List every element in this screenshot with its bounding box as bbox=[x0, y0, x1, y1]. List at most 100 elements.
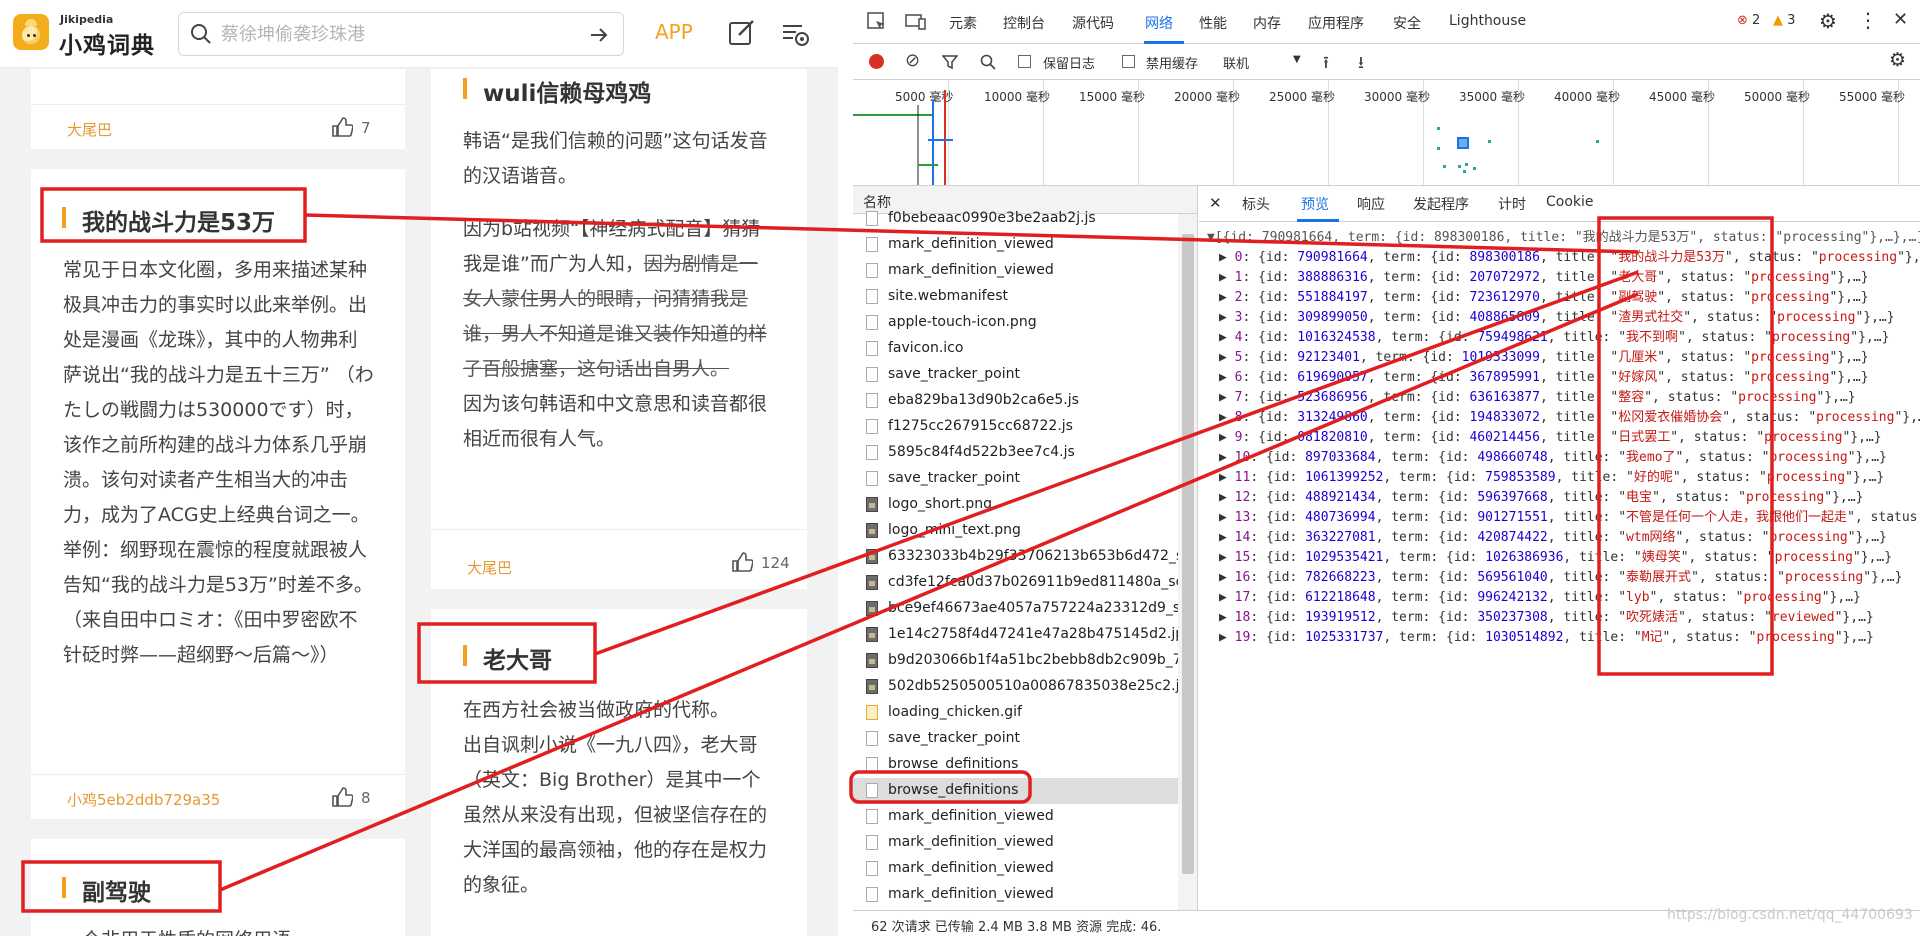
json-array-item[interactable]: ▶ 4: {id: 1016324538, term: {id: 7594986… bbox=[1219, 328, 1889, 348]
filter-icon[interactable] bbox=[942, 54, 958, 70]
clear-icon[interactable]: ⊘ bbox=[905, 50, 920, 71]
json-array-item[interactable]: ▶ 9: {id: 081820810, term: {id: 46021445… bbox=[1219, 428, 1882, 448]
tab-timing[interactable]: 计时 bbox=[1498, 194, 1526, 214]
request-row[interactable]: f1275cc267915cc68722.js bbox=[853, 414, 1178, 440]
tab-lighthouse[interactable]: Lighthouse bbox=[1449, 13, 1526, 29]
card-author[interactable]: 大尾巴 bbox=[467, 557, 512, 578]
tab-sources[interactable]: 源代码 bbox=[1072, 13, 1114, 33]
export-har-icon[interactable]: ⭳ bbox=[1358, 50, 1364, 79]
app-download-link[interactable]: APP bbox=[655, 20, 693, 44]
request-row[interactable]: save_tracker_point bbox=[853, 362, 1178, 388]
json-array-item[interactable]: ▶ 1: {id: 388886316, term: {id: 20707297… bbox=[1219, 268, 1869, 288]
tab-console[interactable]: 控制台 bbox=[1003, 13, 1045, 33]
tab-cookies[interactable]: Cookie bbox=[1546, 194, 1594, 210]
gear-icon[interactable]: ⚙ bbox=[1819, 9, 1837, 33]
network-settings-icon[interactable]: ⚙ bbox=[1889, 49, 1906, 71]
card-author[interactable]: 小鸡5eb2ddb729a35 bbox=[67, 789, 220, 810]
more-options-icon[interactable]: ⋮ bbox=[1858, 8, 1878, 32]
scrollbar-thumb[interactable] bbox=[1182, 234, 1194, 874]
request-row[interactable]: 502db5250500510a00867835038e25c2.jpg bbox=[853, 674, 1178, 700]
request-row[interactable]: mark_definition_viewed bbox=[853, 232, 1178, 258]
close-detail-icon[interactable]: ✕ bbox=[1209, 194, 1222, 212]
like-button[interactable]: 124 bbox=[731, 552, 801, 574]
throttling-select[interactable]: 联机 ▼ bbox=[1223, 53, 1303, 72]
preserve-log-checkbox[interactable] bbox=[1018, 55, 1031, 68]
request-row[interactable]: mark_definition_viewed bbox=[853, 258, 1178, 284]
request-row[interactable]: browse_definitions bbox=[853, 752, 1178, 778]
json-array-item[interactable]: ▶ 13: {id: 480736994, term: {id: 9012715… bbox=[1219, 508, 1920, 528]
request-row[interactable]: mark_definition_viewed bbox=[853, 804, 1178, 830]
request-row[interactable]: b9d203066b1f4a51bc2bebb8db2c909b_75.. bbox=[853, 648, 1178, 674]
request-row[interactable]: save_tracker_point bbox=[853, 726, 1178, 752]
warning-count[interactable]: ▲ 3 bbox=[1773, 13, 1795, 28]
tab-preview[interactable]: 预览 bbox=[1301, 194, 1329, 214]
logo-title[interactable]: 小鸡词典 bbox=[59, 26, 155, 60]
json-array-item[interactable]: ▶ 11: {id: 1061399252, term: {id: 759853… bbox=[1219, 468, 1884, 488]
json-array-item[interactable]: ▶ 16: {id: 782668223, term: {id: 5695610… bbox=[1219, 568, 1902, 588]
tab-elements[interactable]: 元素 bbox=[949, 13, 977, 33]
edit-icon[interactable] bbox=[727, 18, 757, 48]
json-array-item[interactable]: ▶ 18: {id: 193919512, term: {id: 3502373… bbox=[1219, 608, 1874, 628]
tab-performance[interactable]: 性能 bbox=[1199, 13, 1227, 33]
request-row[interactable]: mark_definition_viewed bbox=[853, 830, 1178, 856]
tab-headers[interactable]: 标头 bbox=[1242, 194, 1270, 214]
tab-security[interactable]: 安全 bbox=[1393, 13, 1421, 33]
like-button[interactable]: 7 bbox=[331, 117, 391, 139]
request-row[interactable]: f0bebeaac0990e3be2aab2j.js bbox=[853, 206, 1178, 232]
tab-initiator[interactable]: 发起程序 bbox=[1413, 194, 1469, 214]
request-row[interactable]: cd3fe12fca0d37b026911b9ed811480a_scale bbox=[853, 570, 1178, 596]
chicken-logo-icon[interactable] bbox=[13, 14, 49, 50]
json-array-item[interactable]: ▶ 8: {id: 313249860, term: {id: 19483307… bbox=[1219, 408, 1920, 428]
inspect-element-icon[interactable] bbox=[867, 12, 887, 32]
request-row[interactable]: favicon.ico bbox=[853, 336, 1178, 362]
definition-title[interactable]: 我的战斗力是53万 bbox=[62, 203, 275, 237]
definition-title[interactable]: 老大哥 bbox=[463, 641, 552, 675]
network-timeline-overview[interactable]: 5000 毫秒 10000 毫秒 15000 毫秒 20000 毫秒 25000… bbox=[853, 80, 1920, 186]
search-input[interactable] bbox=[221, 20, 561, 48]
tab-memory[interactable]: 内存 bbox=[1253, 13, 1281, 33]
device-toolbar-icon[interactable] bbox=[905, 12, 927, 32]
request-row[interactable]: 5895c84f4d522b3ee7c4.js bbox=[853, 440, 1178, 466]
json-array-item[interactable]: ▶ 5: {id: 92123401, term: {id: 101933309… bbox=[1219, 348, 1869, 368]
tab-network[interactable]: 网络 bbox=[1145, 13, 1173, 33]
request-row[interactable]: site.webmanifest bbox=[853, 284, 1178, 310]
search-icon[interactable] bbox=[980, 54, 996, 70]
request-row[interactable]: bce9ef46673ae4057a757224a23312d9_scale bbox=[853, 596, 1178, 622]
json-array-item[interactable]: ▶ 7: {id: 523686956, term: {id: 63616387… bbox=[1219, 388, 1856, 408]
request-row[interactable]: 1e14c2758f4d47241e47a28b475145d2.jpeg bbox=[853, 622, 1178, 648]
request-list-scrollbar[interactable] bbox=[1178, 214, 1197, 910]
request-row[interactable]: 63323033b4b29f33706213b653b6d472_sca bbox=[853, 544, 1178, 570]
settings-icon[interactable] bbox=[780, 18, 812, 50]
import-har-icon[interactable]: ⭱ bbox=[1323, 50, 1329, 79]
json-array-item[interactable]: ▶ 12: {id: 488921434, term: {id: 5963976… bbox=[1219, 488, 1863, 508]
json-array-item[interactable]: ▶ 14: {id: 363227081, term: {id: 4208744… bbox=[1219, 528, 1887, 548]
request-row[interactable]: logo_mini_text.png bbox=[853, 518, 1178, 544]
tab-response[interactable]: 响应 bbox=[1357, 194, 1385, 214]
card-author[interactable]: 大尾巴 bbox=[67, 119, 112, 140]
request-row[interactable]: apple-touch-icon.png bbox=[853, 310, 1178, 336]
json-array-item[interactable]: ▶ 0: {id: 790981664, term: {id: 89830018… bbox=[1219, 248, 1920, 268]
request-row[interactable]: mark_definition_viewed bbox=[853, 882, 1178, 908]
arrow-right-icon[interactable] bbox=[587, 23, 611, 47]
json-array-item[interactable]: ▶ 6: {id: 619690957, term: {id: 36789599… bbox=[1219, 368, 1869, 388]
close-devtools-icon[interactable]: ✕ bbox=[1893, 9, 1908, 30]
request-row[interactable]: mark_definition_viewed bbox=[853, 856, 1178, 882]
disable-cache-checkbox[interactable] bbox=[1122, 55, 1135, 68]
json-array-item[interactable]: ▶ 10: {id: 897033684, term: {id: 4986607… bbox=[1219, 448, 1887, 468]
json-array-item[interactable]: ▶ 2: {id: 551884197, term: {id: 72361297… bbox=[1219, 288, 1869, 308]
error-count[interactable]: ⊗ 2 bbox=[1737, 13, 1760, 28]
json-array-item[interactable]: ▶ 17: {id: 612218648, term: {id: 9962421… bbox=[1219, 588, 1861, 608]
record-icon[interactable] bbox=[869, 54, 884, 69]
json-array-item[interactable]: ▶ 15: {id: 1029535421, term: {id: 102638… bbox=[1219, 548, 1892, 568]
request-row[interactable]: browse_definitions bbox=[853, 778, 1178, 804]
request-row[interactable]: save_tracker_point bbox=[853, 466, 1178, 492]
json-root[interactable]: ▼[{id: 790981664, term: {id: 898300186, … bbox=[1207, 228, 1920, 248]
tab-application[interactable]: 应用程序 bbox=[1308, 13, 1364, 33]
request-row[interactable]: eba829ba13d90b2ca6e5.js bbox=[853, 388, 1178, 414]
request-row[interactable]: loading_chicken.gif bbox=[853, 700, 1178, 726]
request-row[interactable]: logo_short.png bbox=[853, 492, 1178, 518]
json-array-item[interactable]: ▶ 19: {id: 1025331737, term: {id: 103051… bbox=[1219, 628, 1874, 648]
definition-title[interactable]: wuli信赖母鸡鸡 bbox=[463, 74, 651, 108]
json-array-item[interactable]: ▶ 3: {id: 309899050, term: {id: 40886580… bbox=[1219, 308, 1895, 328]
like-button[interactable]: 8 bbox=[331, 787, 391, 809]
